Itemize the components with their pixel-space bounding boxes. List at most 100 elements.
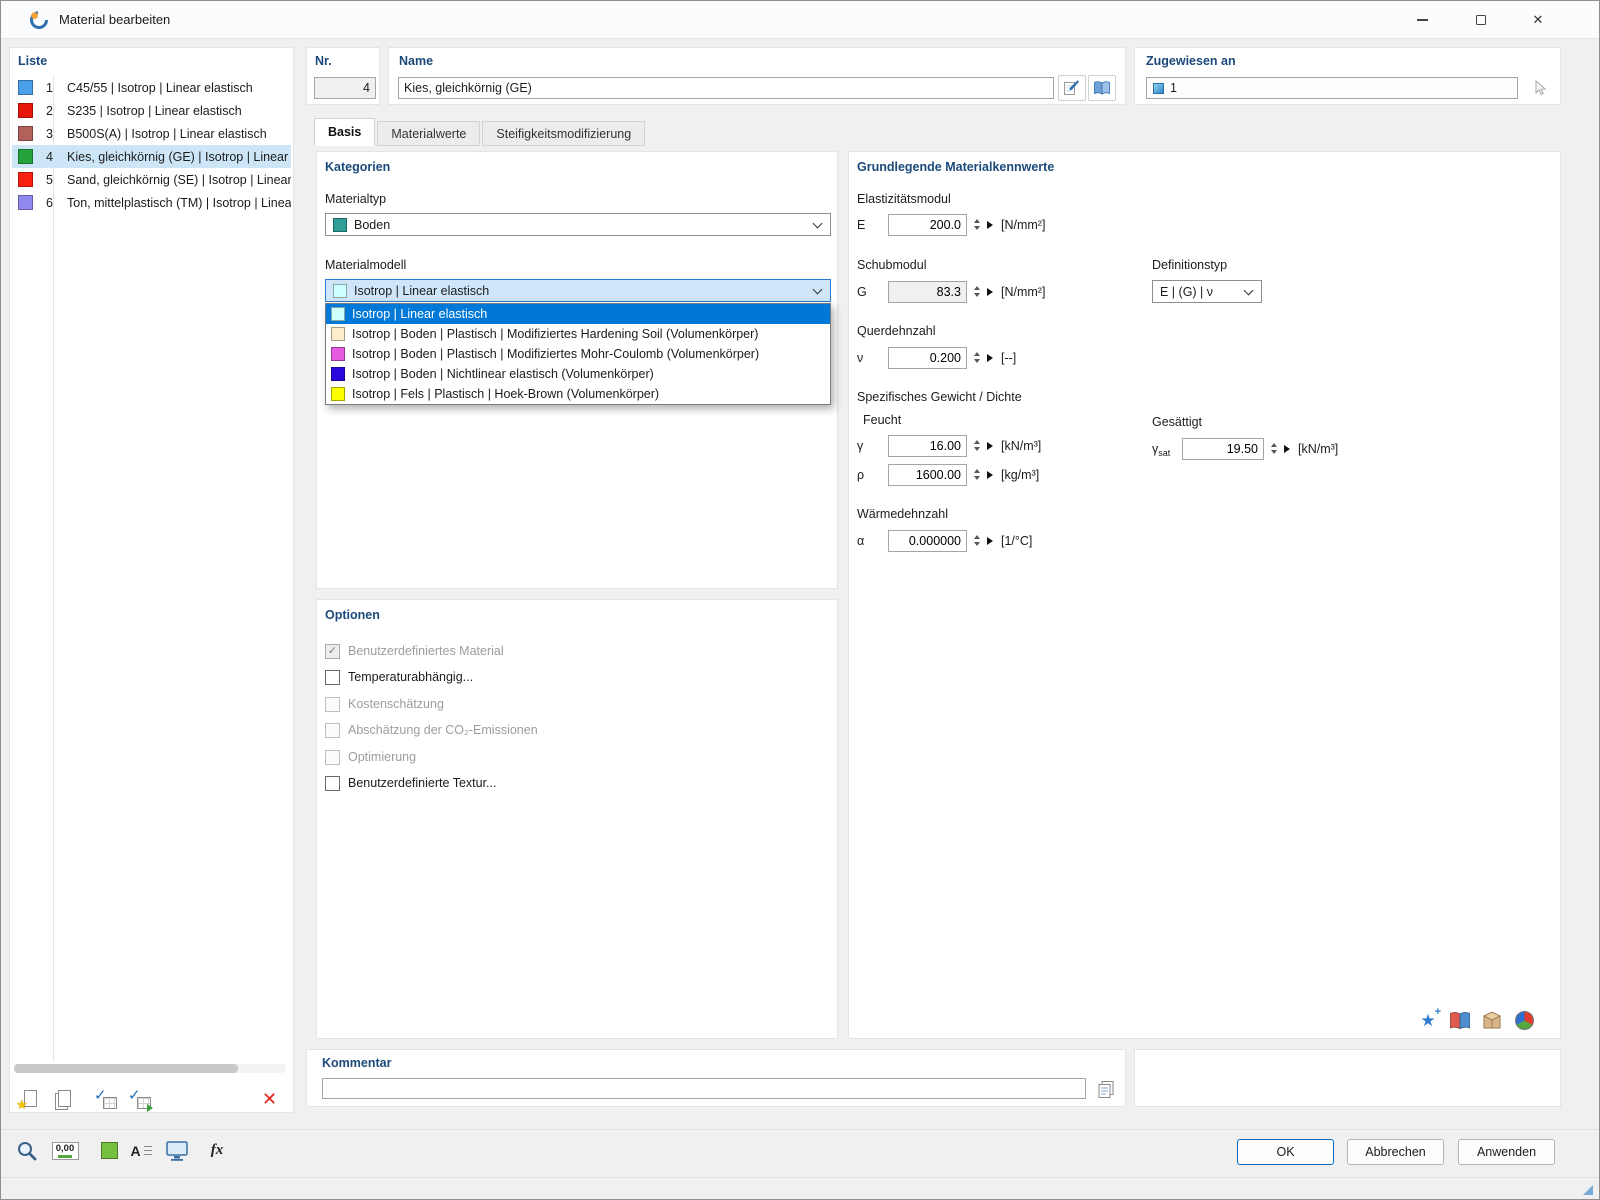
list-item-label: C45/55 | Isotrop | Linear elastisch <box>67 80 253 95</box>
kommentar-templates-button[interactable] <box>1092 1076 1120 1102</box>
formula-button[interactable]: fx <box>203 1137 231 1164</box>
list-item-2[interactable]: 2 S235 | Isotrop | Linear elastisch <box>12 99 291 122</box>
maximize-button[interactable] <box>1458 1 1504 39</box>
material-color-swatch <box>18 172 33 187</box>
name-input[interactable] <box>398 77 1054 99</box>
option-temperaturabhaengig[interactable]: Temperaturabhängig... <box>325 667 473 687</box>
solid-object-icon <box>1153 82 1164 94</box>
gamma-sat-input[interactable] <box>1182 437 1264 460</box>
nu-spinner[interactable] <box>970 352 983 363</box>
delete-material-button[interactable]: ✕ <box>262 1088 277 1110</box>
nr-card: Nr. <box>306 47 380 105</box>
kommentar-input[interactable] <box>322 1078 1086 1099</box>
list-item-1[interactable]: 1 C45/55 | Isotrop | Linear elastisch <box>12 76 291 99</box>
materialtyp-combo[interactable]: Boden <box>325 213 831 236</box>
close-button[interactable]: ✕ <box>1515 1 1561 39</box>
g-detail-arrow[interactable] <box>987 287 993 296</box>
option-benutzerdefinierte-textur[interactable]: Benutzerdefinierte Textur... <box>325 773 496 793</box>
check-all-button[interactable]: ✓ <box>94 1087 118 1112</box>
texture-box-button[interactable] <box>1478 1007 1506 1034</box>
nu-symbol: ν <box>857 350 864 365</box>
scrollbar-thumb[interactable] <box>14 1064 238 1073</box>
list-column-divider <box>53 76 54 1062</box>
rho-row: ρ [kg/m³] <box>857 463 1039 486</box>
tab-steifigkeitsmodifizierung[interactable]: Steifigkeitsmodifizierung <box>482 121 646 146</box>
ok-button[interactable]: OK <box>1237 1139 1334 1165</box>
gamma-sat-spinner[interactable] <box>1267 443 1280 454</box>
tab-basis[interactable]: Basis <box>314 118 376 146</box>
gamma-sat-unit: [kN/m³] <box>1298 441 1339 456</box>
decimal-places-button[interactable]: 0,00 <box>51 1137 79 1164</box>
search-settings-button[interactable] <box>13 1137 41 1164</box>
rho-unit: [kg/m³] <box>1001 467 1040 482</box>
apply-button[interactable]: Anwenden <box>1458 1139 1555 1165</box>
list-item-label: Sand, gleichkörnig (SE) | Isotrop | Line… <box>67 172 291 187</box>
font-a-icon: A <box>130 1142 141 1159</box>
gamma-detail-arrow[interactable] <box>987 441 993 450</box>
nu-row: ν [--] <box>857 346 1016 369</box>
dropdown-item-4[interactable]: Isotrop | Boden | Nichtlinear elastisch … <box>326 364 830 384</box>
dropdown-item-2[interactable]: Isotrop | Boden | Plastisch | Modifizier… <box>326 324 830 344</box>
alpha-spinner[interactable] <box>970 535 983 546</box>
copy-material-button[interactable] <box>52 1088 76 1112</box>
checkbox-checked-disabled: ✓ <box>325 643 340 659</box>
e-detail-arrow[interactable] <box>987 220 993 229</box>
dropdown-item-3[interactable]: Isotrop | Boden | Plastisch | Modifizier… <box>326 344 830 364</box>
nr-label: Nr. <box>315 54 332 68</box>
alpha-detail-arrow[interactable] <box>987 536 993 545</box>
resize-grip-icon[interactable] <box>1583 1185 1593 1195</box>
list-item-4-selected[interactable]: 4 Kies, gleichkörnig (GE) | Isotrop | Li… <box>12 145 291 168</box>
assigned-field: 1 <box>1146 77 1518 99</box>
maximize-icon <box>1476 15 1486 25</box>
material-library-button-2[interactable] <box>1446 1007 1474 1034</box>
rename-button[interactable] <box>1058 75 1086 101</box>
nu-input[interactable] <box>888 346 967 369</box>
list-item-5[interactable]: 5 Sand, gleichkörnig (SE) | Isotrop | Li… <box>12 168 291 191</box>
e-spinner[interactable] <box>970 219 983 230</box>
check-icon: ✓ <box>128 1087 141 1104</box>
name-label: Name <box>399 54 434 68</box>
dropdown-item-1-selected[interactable]: Isotrop | Linear elastisch <box>326 304 830 324</box>
list-item-label: Ton, mittelplastisch (TM) | Isotrop | Li… <box>67 195 291 210</box>
materialtyp-label: Materialtyp <box>325 192 387 206</box>
checkbox-unchecked[interactable] <box>325 669 340 685</box>
rho-input[interactable] <box>888 463 967 486</box>
nu-detail-arrow[interactable] <box>987 353 993 362</box>
g-unit: [N/mm²] <box>1001 284 1046 299</box>
magnifier-icon <box>18 1141 37 1160</box>
new-material-button[interactable]: ★ <box>16 1088 42 1112</box>
definitionstyp-combo[interactable]: E | (G) | ν <box>1152 280 1262 303</box>
gamma-sat-detail-arrow[interactable] <box>1284 444 1290 453</box>
alpha-input[interactable] <box>888 529 967 552</box>
list-horizontal-scrollbar[interactable] <box>14 1064 286 1073</box>
materialmodell-combo[interactable]: Isotrop | Linear elastisch <box>325 279 831 302</box>
rho-spinner[interactable] <box>970 469 983 480</box>
display-settings-button[interactable] <box>163 1137 191 1164</box>
color-settings-button[interactable] <box>1510 1007 1538 1034</box>
rho-detail-arrow[interactable] <box>987 470 993 479</box>
gamma-input[interactable] <box>888 434 967 457</box>
app-icon <box>29 10 49 30</box>
name-card: Name <box>388 47 1126 105</box>
assigned-value: 1 <box>1170 81 1177 95</box>
material-library-button[interactable] <box>1088 75 1116 101</box>
add-favorite-button[interactable]: ★ + <box>1414 1006 1442 1034</box>
e-input[interactable] <box>888 213 967 236</box>
checkbox-unchecked[interactable] <box>325 775 340 791</box>
cancel-button[interactable]: Abbrechen <box>1347 1139 1444 1165</box>
material-color-button[interactable] <box>95 1137 123 1164</box>
dropdown-item-label: Isotrop | Linear elastisch <box>352 307 488 321</box>
model-swatch <box>331 307 345 321</box>
plus-icon: + <box>1434 1006 1441 1018</box>
font-settings-button[interactable]: A <box>127 1137 155 1164</box>
pick-objects-button <box>1526 75 1554 101</box>
check-apply-button[interactable]: ✓ <box>128 1087 153 1112</box>
gamma-spinner[interactable] <box>970 440 983 451</box>
list-item-3[interactable]: 3 B500S(A) | Isotrop | Linear elastisch <box>12 122 291 145</box>
list-item-number: 2 <box>46 103 53 118</box>
tab-materialwerte[interactable]: Materialwerte <box>377 121 481 146</box>
dropdown-item-5[interactable]: Isotrop | Fels | Plastisch | Hoek-Brown … <box>326 384 830 404</box>
g-spinner[interactable] <box>970 286 983 297</box>
list-item-6[interactable]: 6 Ton, mittelplastisch (TM) | Isotrop | … <box>12 191 291 214</box>
minimize-button[interactable] <box>1399 1 1445 39</box>
